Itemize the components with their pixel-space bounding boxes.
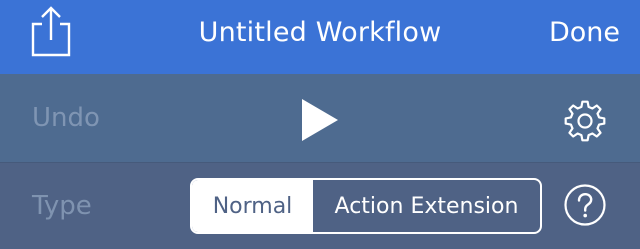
share-icon	[31, 6, 71, 57]
question-icon	[564, 184, 606, 226]
undo-button[interactable]: Undo	[32, 74, 100, 162]
gear-icon	[564, 100, 606, 142]
segment-action-extension[interactable]: Action Extension	[313, 180, 540, 232]
settings-button[interactable]	[562, 98, 608, 144]
type-label: Type	[32, 191, 92, 221]
navigation-bar: Untitled Workflow Done	[0, 0, 640, 74]
play-icon	[302, 99, 338, 141]
workflow-toolbar: Undo	[0, 74, 640, 162]
done-button[interactable]: Done	[549, 0, 620, 66]
segment-normal[interactable]: Normal	[192, 180, 313, 232]
share-button[interactable]	[26, 2, 76, 60]
page-title: Untitled Workflow	[198, 17, 442, 48]
help-button[interactable]	[563, 183, 607, 227]
type-row: Type Normal Action Extension	[0, 163, 640, 249]
type-segmented-control: Normal Action Extension	[190, 178, 542, 234]
play-button[interactable]	[296, 98, 342, 142]
